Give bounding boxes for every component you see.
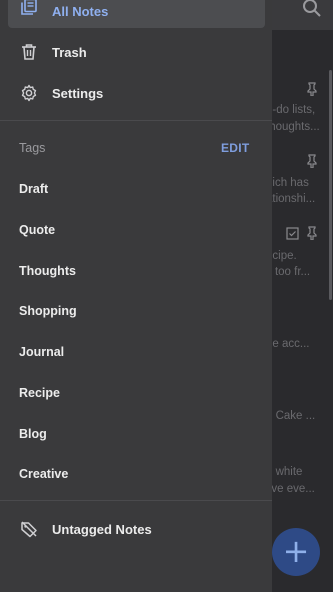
divider (0, 500, 272, 501)
plus-icon: + (282, 531, 310, 570)
tag-item-shopping[interactable]: Shopping (19, 304, 77, 318)
note-snippet: be acc... (266, 338, 310, 350)
pin-icon[interactable] (305, 82, 319, 96)
nav-item-label: Trash (52, 45, 87, 60)
divider (0, 120, 272, 121)
checklist-icon (286, 227, 299, 240)
scrollbar[interactable] (329, 70, 332, 300)
nav-item-label: Untagged Notes (52, 522, 152, 537)
gear-icon (21, 84, 37, 102)
tags-header: Tags (19, 141, 46, 155)
notes-icon (21, 0, 37, 15)
trash-icon (22, 44, 36, 60)
tag-item-journal[interactable]: Journal (19, 345, 64, 359)
note-snippet: ationshi... (266, 193, 316, 205)
tag-item-blog[interactable]: Blog (19, 427, 47, 441)
navigation-drawer: All Notes Trash Settings Tags EDIT Draft… (0, 0, 272, 592)
search-icon[interactable] (302, 0, 322, 20)
nav-item-trash[interactable]: Trash (8, 38, 265, 66)
pin-icon[interactable] (305, 154, 319, 168)
new-note-button[interactable]: + (272, 528, 320, 576)
note-snippet: o-do lists, (266, 104, 316, 116)
tag-item-draft[interactable]: Draft (19, 182, 48, 196)
nav-item-label: All Notes (52, 4, 109, 19)
untagged-icon (21, 521, 37, 538)
tag-item-recipe[interactable]: Recipe (19, 386, 60, 400)
note-snippet: s too fr... (266, 266, 311, 278)
nav-item-untagged-notes[interactable]: Untagged Notes (8, 515, 265, 543)
nav-item-all-notes[interactable]: All Notes (8, 0, 265, 28)
tag-item-creative[interactable]: Creative (19, 467, 68, 481)
note-snippet: hich has (266, 177, 309, 189)
nav-item-settings[interactable]: Settings (8, 79, 265, 107)
tag-item-thoughts[interactable]: Thoughts (19, 264, 76, 278)
nav-item-label: Settings (52, 86, 104, 101)
edit-tags-button[interactable]: EDIT (221, 141, 250, 155)
note-snippet: n Cake ... (266, 410, 316, 422)
note-snippet: thoughts... (266, 121, 320, 133)
pin-icon[interactable] (305, 226, 319, 240)
tag-item-quote[interactable]: Quote (19, 223, 55, 237)
note-snippet: I've eve... (266, 483, 315, 495)
